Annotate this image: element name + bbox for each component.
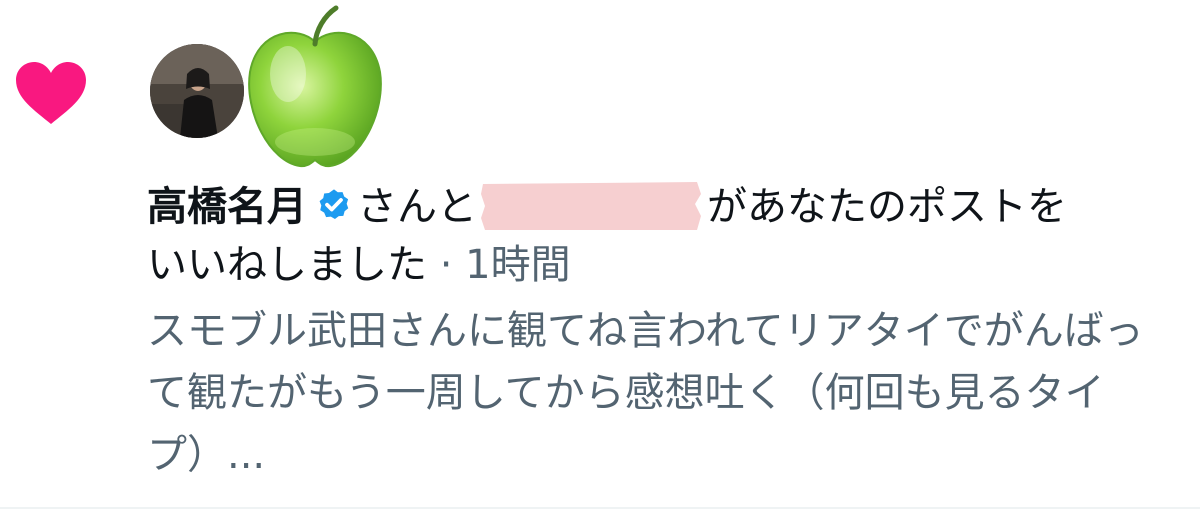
like-notification[interactable]: 高橋名月 さんと があなたのポストを いいねしました · 1時間 スモブル武田さ… [0,0,1200,509]
avatar-row [150,0,410,175]
actor-name[interactable]: 高橋名月 [147,184,307,230]
action-text-2: いいねしました [147,242,427,288]
redaction-mark [481,182,701,230]
timestamp: 1時間 [465,242,571,288]
green-apple-avatar[interactable] [240,2,390,172]
action-text-1: があなたのポストを [707,184,1067,230]
action-line-2: いいねしました · 1時間 [147,236,1177,294]
notification-text: 高橋名月 さんと があなたのポストを いいねしました · 1時間 スモブル武田さ… [147,178,1177,486]
verified-badge-icon [319,189,349,219]
avatar-photo [150,44,244,138]
action-line-1: 高橋名月 さんと があなたのポストを [147,178,1177,236]
post-preview[interactable]: スモブル武田さんに観てね言われてリアタイでがんばって観たがもう一周してから感想吐… [147,300,1177,486]
separator: · [427,242,466,288]
connector-text: さんと [357,184,477,230]
heart-icon [16,62,86,124]
avatar[interactable] [150,44,244,138]
